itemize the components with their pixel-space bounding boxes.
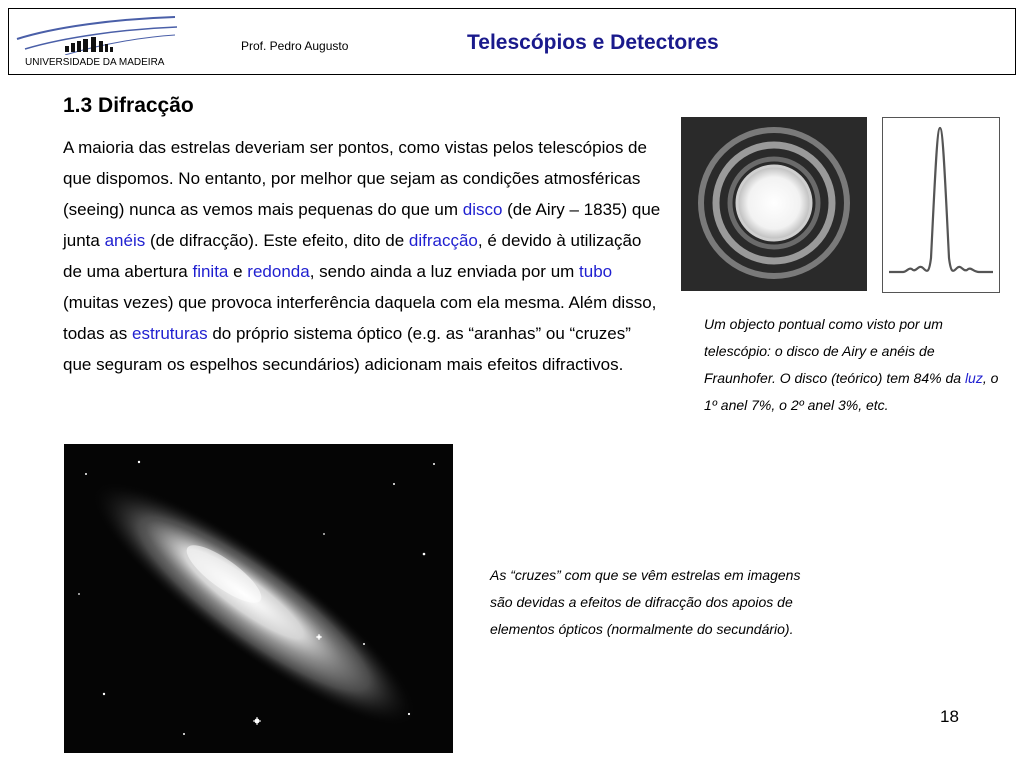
caption-1-part1: Um objecto pontual como visto por um tel… (704, 316, 965, 386)
keyword-tubo: tubo (579, 262, 613, 281)
airy-intensity-profile (882, 117, 1000, 293)
university-logo: UNIVERSIDADE DA MADEIRA (15, 15, 180, 75)
author-name: Prof. Pedro Augusto (241, 39, 349, 53)
university-logo-mark (16, 16, 178, 55)
body-text-6: , sendo ainda a luz enviada por um (309, 262, 580, 281)
keyword-finita: finita (192, 262, 229, 281)
header: UNIVERSIDADE DA MADEIRA Prof. Pedro Augu… (8, 8, 1016, 75)
keyword-aneis: anéis (104, 231, 146, 250)
keyword-estruturas: estruturas (132, 324, 208, 343)
body-text-5: e (228, 262, 248, 281)
keyword-disco: disco (462, 200, 503, 219)
body-paragraph: A maioria das estrelas deveriam ser pont… (63, 132, 663, 380)
page-number: 18 (940, 707, 959, 726)
galaxy-photo (64, 444, 453, 753)
keyword-luz: luz (964, 370, 983, 386)
keyword-redonda: redonda (247, 262, 310, 281)
university-name: UNIVERSIDADE DA MADEIRA (25, 57, 165, 68)
airy-disk-image (681, 117, 867, 291)
caption-airy-disk: Um objecto pontual como visto por um tel… (704, 311, 1004, 419)
body-text-3: (de difracção). Este efeito, dito de (145, 231, 409, 250)
caption-diffraction-crosses: As “cruzes” com que se vêm estrelas em i… (490, 567, 801, 637)
keyword-difraccao: difracção (408, 231, 478, 250)
presentation-title: Telescópios e Detectores (467, 31, 719, 54)
section-heading: 1.3 Difracção (63, 94, 194, 117)
